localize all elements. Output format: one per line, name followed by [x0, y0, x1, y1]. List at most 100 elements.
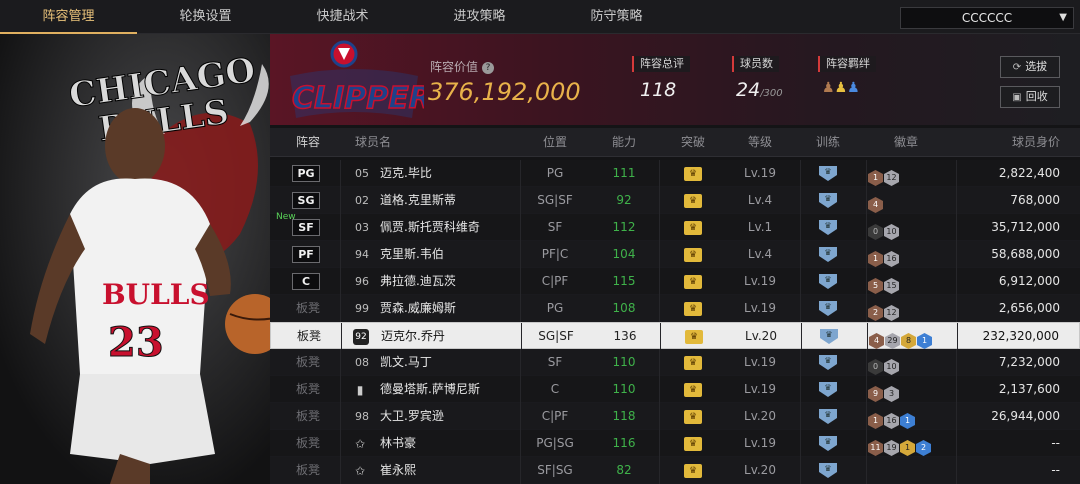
table-row[interactable]: 板凳 92 迈克尔.乔丹 SG|SF 136 ♛ Lv.20 ♛ 4 29 8 1 232,320,00… — [270, 322, 1080, 350]
col-ability[interactable]: 能力 — [612, 128, 636, 157]
lineup-slot-bench[interactable]: 板凳 — [297, 323, 321, 350]
breakthrough-crown-icon[interactable]: ♛ — [684, 356, 702, 370]
player-name[interactable]: 德曼塔斯.萨博尼斯 — [380, 376, 480, 403]
lineup-slot-bench[interactable]: 板凳 — [296, 430, 320, 457]
breakthrough-crown-icon[interactable]: ♛ — [684, 275, 702, 289]
recycle-button[interactable]: ▣ 回收 — [1000, 86, 1060, 108]
select-button[interactable]: ⟳ 选拔 — [1000, 56, 1060, 78]
player-name[interactable]: 迈克.毕比 — [380, 160, 432, 187]
breakthrough-crown-icon[interactable]: ♛ — [684, 221, 702, 235]
badge-bronze-icon[interactable]: 9 — [868, 386, 883, 402]
breakthrough-crown-icon[interactable]: ♛ — [684, 194, 702, 208]
badge-silver-icon[interactable]: 3 — [884, 386, 899, 402]
training-icon[interactable]: ♛ — [819, 436, 837, 451]
badge-dark-icon[interactable]: 0 — [868, 359, 883, 375]
player-name[interactable]: 克里斯.韦伯 — [380, 241, 444, 268]
table-row[interactable]: 板凳 ▮ 德曼塔斯.萨博尼斯 C 110 ♛ Lv.19 ♛ 9 3 2,137,600 — [270, 376, 1080, 403]
player-name[interactable]: 大卫.罗宾逊 — [380, 403, 444, 430]
badge-silver-icon[interactable]: 10 — [884, 359, 899, 375]
lineup-slot-bench[interactable]: 板凳 — [296, 349, 320, 376]
table-row[interactable]: PF 94 克里斯.韦伯 PF|C 104 ♛ Lv.4 ♛ 1 16 58,688,000 — [270, 241, 1080, 268]
badge-silver-icon[interactable]: 12 — [884, 170, 899, 186]
chemistry-icons[interactable]: ♟♟♟ — [822, 80, 860, 96]
player-name[interactable]: 崔永熙 — [380, 457, 416, 484]
table-row[interactable]: SF New 03 佩贾.斯托贾科维奇 SF 112 ♛ Lv.1 ♛ 0 10 35,712,000 — [270, 212, 1080, 241]
badge-bronze-icon[interactable]: 1 — [868, 170, 883, 186]
player-name[interactable]: 弗拉德.迪瓦茨 — [380, 268, 456, 295]
table-row[interactable]: 板凳 99 贾森.威廉姆斯 PG 108 ♛ Lv.19 ♛ 2 12 2,656,000 — [270, 295, 1080, 322]
training-icon[interactable]: ♛ — [819, 382, 837, 397]
col-badges[interactable]: 徽章 — [894, 128, 918, 157]
player-name[interactable]: 迈克尔.乔丹 — [381, 323, 445, 350]
training-icon[interactable]: ♛ — [819, 220, 837, 235]
badge-bronze-icon[interactable]: 11 — [868, 440, 883, 456]
training-icon[interactable]: ♛ — [819, 463, 837, 478]
table-row[interactable]: SG 02 道格.克里斯蒂 SG|SF 92 ♛ Lv.4 ♛ 4 768,000 — [270, 187, 1080, 214]
badge-silver-icon[interactable]: 19 — [884, 440, 899, 456]
lineup-slot-bench[interactable]: 板凳 — [296, 457, 320, 484]
tab-lineup[interactable]: 阵容管理 — [0, 0, 137, 34]
table-row[interactable]: 板凳 98 大卫.罗宾逊 C|PF 118 ♛ Lv.20 ♛ 1 16 1 26,944,000 — [270, 403, 1080, 430]
badge-silver-icon[interactable]: 12 — [884, 305, 899, 321]
team-dropdown[interactable]: CCCCCC ▼ — [900, 7, 1074, 29]
lineup-slot-bench[interactable]: 板凳 — [296, 376, 320, 403]
table-row[interactable]: PG 05 迈克.毕比 PG 111 ♛ Lv.19 ♛ 1 12 2,822,400 — [270, 160, 1080, 187]
breakthrough-crown-icon[interactable]: ♛ — [684, 464, 702, 478]
badge-bronze-icon[interactable]: 5 — [868, 278, 883, 294]
col-player-name[interactable]: 球员名 — [355, 128, 391, 157]
breakthrough-crown-icon[interactable]: ♛ — [684, 302, 702, 316]
badge-blue-icon[interactable]: 2 — [916, 440, 931, 456]
table-row[interactable]: C 96 弗拉德.迪瓦茨 C|PF 115 ♛ Lv.19 ♛ 5 15 6,912,000 — [270, 268, 1080, 295]
badge-gold-icon[interactable]: 1 — [900, 440, 915, 456]
training-icon[interactable]: ♛ — [819, 166, 837, 181]
breakthrough-crown-icon[interactable]: ♛ — [684, 248, 702, 262]
badge-silver-icon[interactable]: 29 — [885, 333, 900, 349]
training-icon[interactable]: ♛ — [819, 274, 837, 289]
player-name[interactable]: 道格.克里斯蒂 — [380, 187, 456, 214]
tab-offense[interactable]: 进攻策略 — [411, 0, 548, 34]
lineup-slot-badge[interactable]: C — [292, 273, 320, 290]
lineup-slot-badge[interactable]: SG — [292, 192, 320, 209]
table-row[interactable]: 板凳 ✩ 林书豪 PG|SG 116 ♛ Lv.19 ♛ 11 19 1 2 -- — [270, 430, 1080, 457]
training-icon[interactable]: ♛ — [819, 355, 837, 370]
badge-bronze-icon[interactable]: 4 — [868, 197, 883, 213]
help-icon[interactable]: ? — [482, 62, 495, 74]
col-training[interactable]: 训练 — [816, 128, 840, 157]
lineup-slot-bench[interactable]: 板凳 — [296, 295, 320, 322]
player-name[interactable]: 佩贾.斯托贾科维奇 — [380, 214, 480, 241]
tab-defense[interactable]: 防守策略 — [548, 0, 685, 34]
badge-dark-icon[interactable]: 0 — [868, 224, 883, 240]
breakthrough-crown-icon[interactable]: ♛ — [685, 330, 703, 344]
col-position[interactable]: 位置 — [543, 128, 567, 157]
badge-bronze-icon[interactable]: 2 — [868, 305, 883, 321]
badge-gold-icon[interactable]: 8 — [901, 333, 916, 349]
badge-bronze-icon[interactable]: 1 — [868, 413, 883, 429]
badge-bronze-icon[interactable]: 1 — [868, 251, 883, 267]
breakthrough-crown-icon[interactable]: ♛ — [684, 437, 702, 451]
lineup-slot-badge[interactable]: PF — [292, 246, 320, 263]
badge-silver-icon[interactable]: 15 — [884, 278, 899, 294]
breakthrough-crown-icon[interactable]: ♛ — [684, 383, 702, 397]
breakthrough-crown-icon[interactable]: ♛ — [684, 167, 702, 181]
training-icon[interactable]: ♛ — [819, 301, 837, 316]
badge-silver-icon[interactable]: 10 — [884, 224, 899, 240]
breakthrough-crown-icon[interactable]: ♛ — [684, 410, 702, 424]
badge-blue-icon[interactable]: 1 — [917, 333, 932, 349]
training-icon[interactable]: ♛ — [819, 409, 837, 424]
training-icon[interactable]: ♛ — [819, 193, 837, 208]
lineup-slot-badge[interactable]: SF — [292, 219, 320, 236]
player-name[interactable]: 凯文.马丁 — [380, 349, 432, 376]
tab-quick-tactics[interactable]: 快捷战术 — [274, 0, 411, 34]
badge-silver-icon[interactable]: 16 — [884, 413, 899, 429]
lineup-slot-bench[interactable]: 板凳 — [296, 403, 320, 430]
training-icon[interactable]: ♛ — [820, 329, 838, 344]
badge-silver-icon[interactable]: 16 — [884, 251, 899, 267]
table-row[interactable]: 板凳 ✩ 崔永熙 SF|SG 82 ♛ Lv.20 ♛ -- — [270, 457, 1080, 484]
col-level[interactable]: 等级 — [748, 128, 772, 157]
badge-bronze-icon[interactable]: 4 — [869, 333, 884, 349]
player-name[interactable]: 贾森.威廉姆斯 — [380, 295, 456, 322]
col-player-value[interactable]: 球员身价 — [1012, 128, 1060, 157]
tab-rotation[interactable]: 轮换设置 — [137, 0, 274, 34]
table-row[interactable]: 板凳 08 凯文.马丁 SF 110 ♛ Lv.19 ♛ 0 10 7,232,000 — [270, 349, 1080, 376]
lineup-slot-badge[interactable]: PG — [292, 165, 320, 182]
